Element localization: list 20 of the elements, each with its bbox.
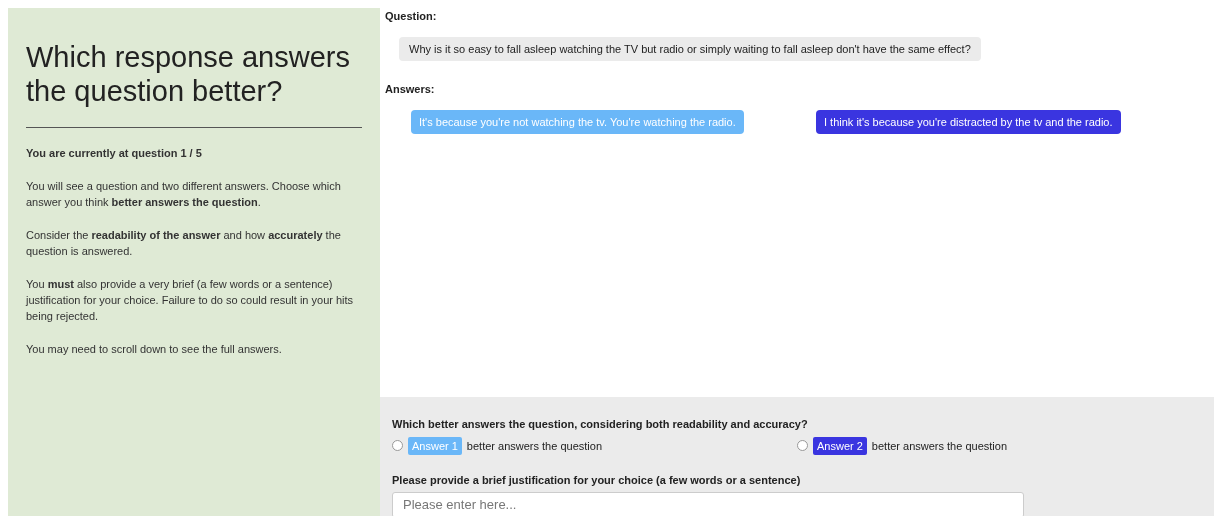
answer-text: I think it's because you're distracted by the tv and the radio. <box>816 110 1121 134</box>
question-label: Question: <box>385 9 438 24</box>
radio-button[interactable] <box>392 440 403 452</box>
option-text: better answers the question <box>871 438 1007 454</box>
answer-text: It's because you're not watching the tv. You're watching the radio. <box>411 110 744 134</box>
instruction-text: Consider the readability of the answer and how accurately the question is answered. <box>26 228 342 259</box>
answer-tag: Answer 1 <box>408 436 462 455</box>
option-text: better answers the question <box>466 438 602 454</box>
justification-field[interactable]: Please enter here... <box>392 491 1024 516</box>
justification-label: Please provide a brief justification for your choice (a few words or a sentence) <box>392 473 802 488</box>
choice-prompt: Which better answers the question, considering both readability and accuracy? <box>392 417 809 432</box>
instruction-text: You may need to scroll down to see the full answers. <box>26 342 283 357</box>
instruction-text: You must also provide a very brief (a few words or a sentence) justification for your choice. Failure to do so could result in your hits being rejected. <box>26 277 355 324</box>
instruction-text: You will see a question and two different answers. Choose which answer you think better answers the question. <box>26 179 342 210</box>
question-text: Why is it so easy to fall asleep watching the TV but radio or simply waiting to fall asleep don't have the same effect? <box>399 36 981 61</box>
radio-button[interactable] <box>797 440 808 452</box>
answers-label: Answers: <box>385 81 436 97</box>
answer-tag: Answer 2 <box>813 436 867 455</box>
instruction-text: You are currently at question 1 / 5 <box>26 146 203 161</box>
page-title: Which response answers the question better? <box>26 40 351 108</box>
